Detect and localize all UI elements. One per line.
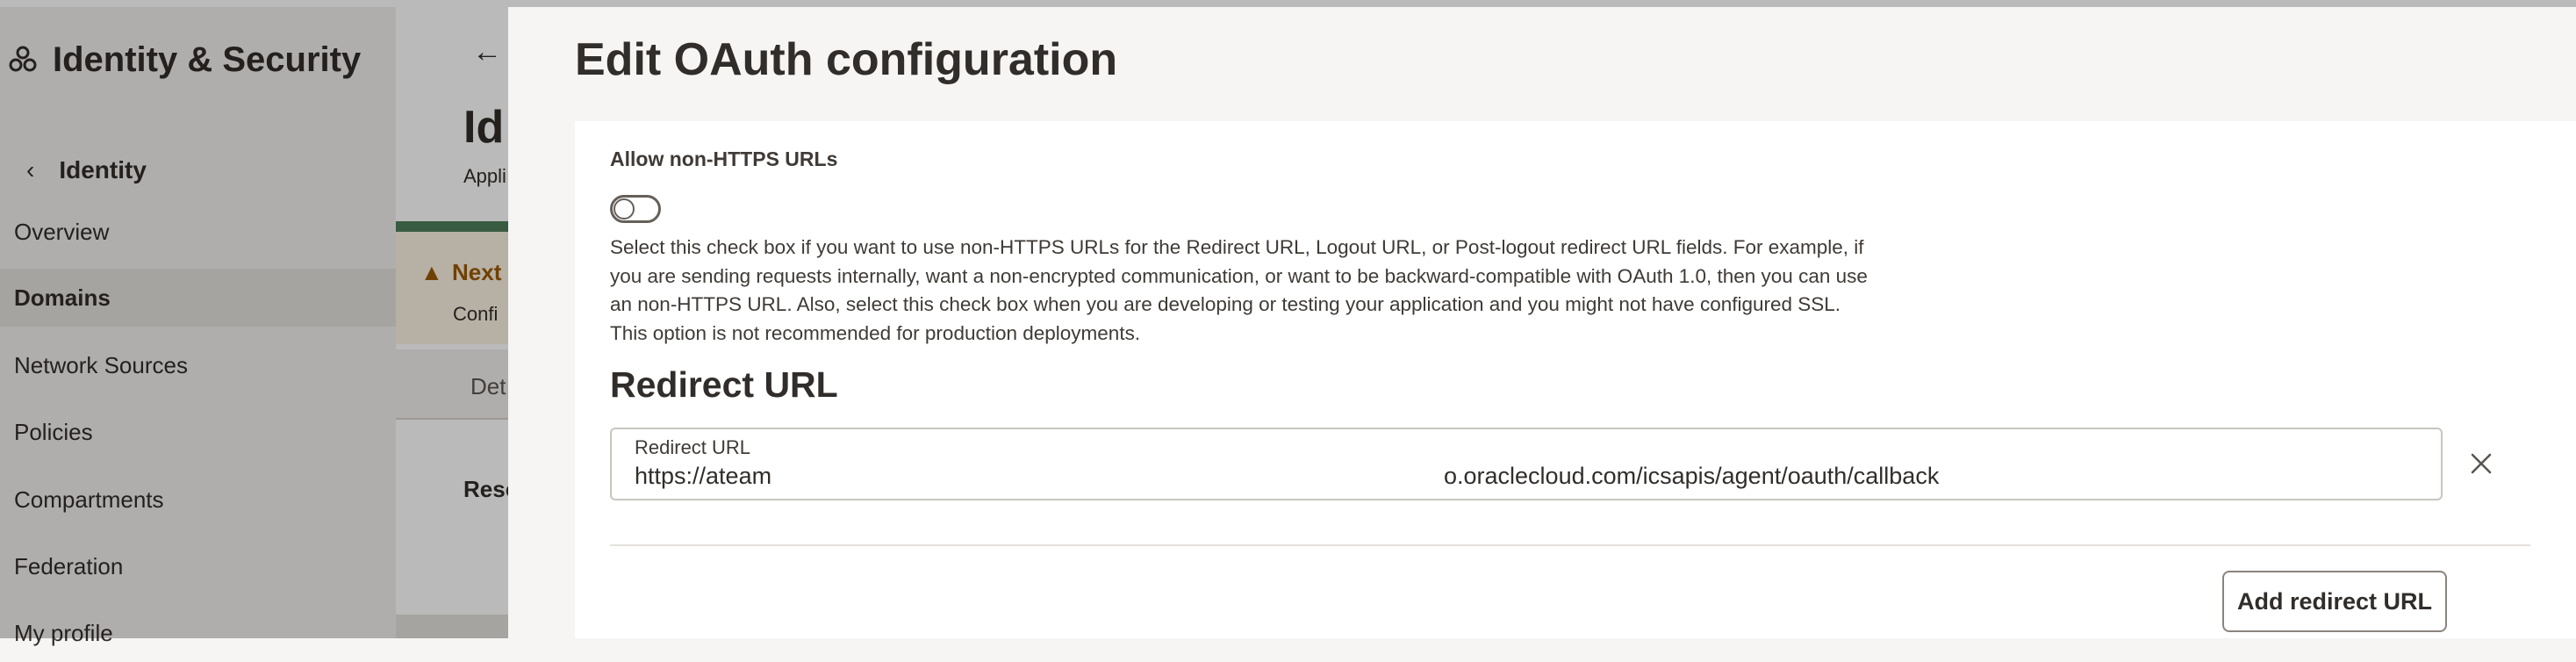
edit-oauth-drawer: Edit OAuth configuration Allow non-HTTPS…: [508, 7, 2576, 638]
remove-redirect-url-button[interactable]: [2465, 448, 2497, 479]
redirect-url-input[interactable]: Redirect URL https://ateam o.oraclecloud…: [610, 428, 2443, 500]
add-redirect-url-button[interactable]: Add redirect URL: [2222, 571, 2447, 632]
redirect-url-value-start: https://ateam: [635, 463, 772, 489]
redirect-url-section-title: Redirect URL: [610, 364, 838, 405]
allow-non-https-help-text: Select this check box if you want to use…: [610, 236, 1868, 344]
toggle-knob: [614, 198, 635, 219]
redirect-url-field-label: Redirect URL: [635, 436, 751, 458]
redirect-url-value-end: o.oraclecloud.com/icsapis/agent/oauth/ca…: [1444, 463, 1940, 489]
drawer-header: Edit OAuth configuration: [508, 7, 2576, 121]
section-divider: [610, 544, 2530, 546]
drawer-body: Allow non-HTTPS URLs Select this check b…: [575, 121, 2576, 638]
drawer-title: Edit OAuth configuration: [575, 34, 1118, 85]
allow-non-https-toggle[interactable]: [610, 195, 661, 223]
close-icon: [2471, 453, 2492, 474]
allow-non-https-label: Allow non-HTTPS URLs: [610, 148, 838, 170]
